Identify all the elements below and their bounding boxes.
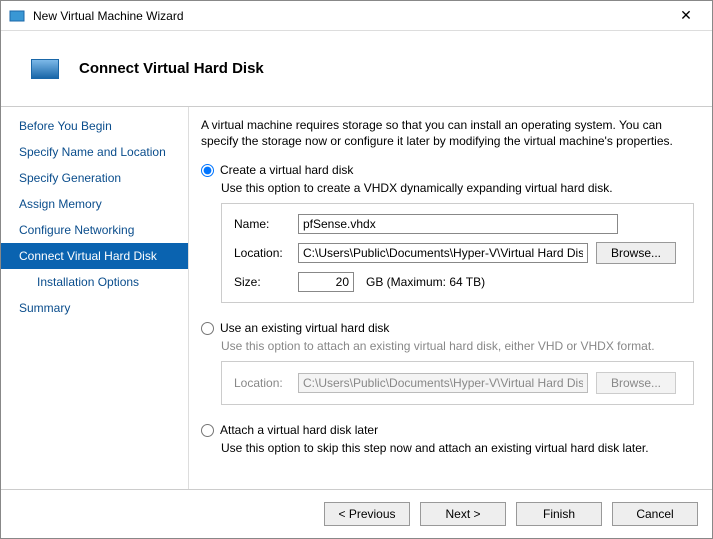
next-button[interactable]: Next > <box>420 502 506 526</box>
existing-browse-button: Browse... <box>596 372 676 394</box>
step-assign-memory[interactable]: Assign Memory <box>1 191 188 217</box>
wizard-header: Connect Virtual Hard Disk <box>1 31 712 107</box>
window-title: New Virtual Machine Wizard <box>33 9 666 23</box>
wizard-header-icon <box>31 59 59 79</box>
size-label: Size: <box>234 275 290 289</box>
step-installation-options[interactable]: Installation Options <box>1 269 188 295</box>
wizard-footer: < Previous Next > Finish Cancel <box>1 489 712 538</box>
intro-text: A virtual machine requires storage so th… <box>201 117 694 149</box>
app-icon <box>9 8 25 24</box>
existing-location-input <box>298 373 588 393</box>
step-configure-networking[interactable]: Configure Networking <box>1 217 188 243</box>
size-input[interactable] <box>298 272 354 292</box>
radio-attach-later-desc: Use this option to skip this step now an… <box>221 441 694 455</box>
option-existing-vhd: Use an existing virtual hard disk Use th… <box>201 321 694 405</box>
name-label: Name: <box>234 217 290 231</box>
close-icon[interactable]: ✕ <box>666 2 706 30</box>
radio-attach-later[interactable] <box>201 424 214 437</box>
wizard-steps: Before You Begin Specify Name and Locati… <box>1 107 189 489</box>
step-specify-generation[interactable]: Specify Generation <box>1 165 188 191</box>
wizard-window: New Virtual Machine Wizard ✕ Connect Vir… <box>0 0 713 539</box>
step-connect-vhd[interactable]: Connect Virtual Hard Disk <box>1 243 188 269</box>
location-input[interactable] <box>298 243 588 263</box>
radio-create-vhd[interactable] <box>201 164 214 177</box>
size-suffix: GB (Maximum: 64 TB) <box>366 275 485 289</box>
step-before-you-begin[interactable]: Before You Begin <box>1 113 188 139</box>
radio-attach-later-label: Attach a virtual hard disk later <box>220 423 378 437</box>
previous-button[interactable]: < Previous <box>324 502 410 526</box>
radio-create-vhd-desc: Use this option to create a VHDX dynamic… <box>221 181 694 195</box>
page-title: Connect Virtual Hard Disk <box>79 60 264 77</box>
radio-create-vhd-label: Create a virtual hard disk <box>220 163 353 177</box>
cancel-button[interactable]: Cancel <box>612 502 698 526</box>
step-summary[interactable]: Summary <box>1 295 188 321</box>
name-input[interactable] <box>298 214 618 234</box>
step-specify-name[interactable]: Specify Name and Location <box>1 139 188 165</box>
location-label: Location: <box>234 246 290 260</box>
existing-vhd-fields: Location: Browse... <box>221 361 694 405</box>
wizard-body: Before You Begin Specify Name and Locati… <box>1 107 712 489</box>
radio-existing-vhd-desc: Use this option to attach an existing vi… <box>221 339 694 353</box>
finish-button[interactable]: Finish <box>516 502 602 526</box>
browse-button[interactable]: Browse... <box>596 242 676 264</box>
option-create-vhd: Create a virtual hard disk Use this opti… <box>201 163 694 303</box>
radio-existing-vhd[interactable] <box>201 322 214 335</box>
existing-location-label: Location: <box>234 376 290 390</box>
radio-existing-vhd-label: Use an existing virtual hard disk <box>220 321 389 335</box>
create-vhd-fields: Name: Location: Browse... Size: GB (Maxi… <box>221 203 694 303</box>
wizard-content: A virtual machine requires storage so th… <box>189 107 712 489</box>
option-attach-later: Attach a virtual hard disk later Use thi… <box>201 423 694 455</box>
titlebar: New Virtual Machine Wizard ✕ <box>1 1 712 31</box>
